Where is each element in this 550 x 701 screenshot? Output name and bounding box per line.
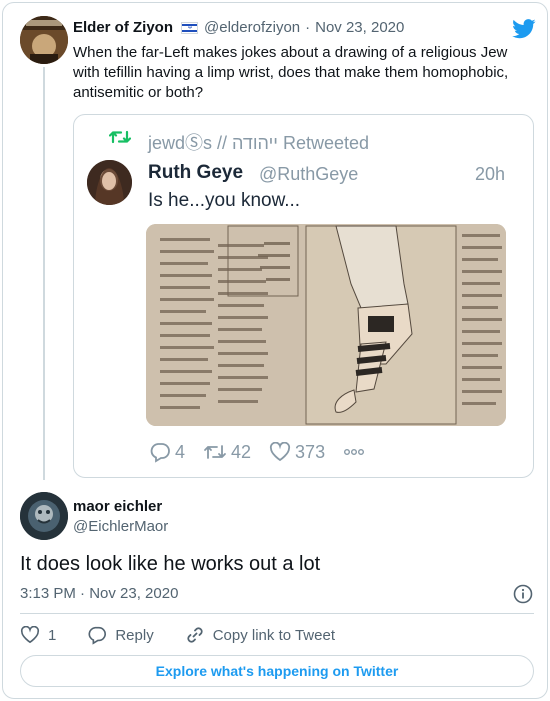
screenshot-author-avatar	[87, 160, 132, 205]
tweet-embed-card: Elder of Ziyon ✡ @elderofziyon · Nov 23,…	[2, 2, 548, 699]
heart-icon	[269, 442, 291, 462]
reply-icon	[88, 626, 107, 645]
parent-tweet-header: Elder of Ziyon ✡ @elderofziyon · Nov 23,…	[73, 19, 404, 36]
screenshot-like-stat: 373	[269, 442, 325, 463]
like-button[interactable]: 1	[20, 626, 56, 644]
copy-link-button[interactable]: Copy link to Tweet	[185, 625, 335, 645]
screenshot-retweet-stat: 42	[203, 442, 251, 463]
screenshot-reply-stat: 4	[149, 441, 185, 463]
reply-author-avatar[interactable]	[20, 492, 68, 540]
screenshot-stats: 4 42 373	[149, 441, 387, 463]
heart-icon	[20, 626, 40, 644]
reply-author-name[interactable]: maor eichler	[73, 498, 162, 515]
actions-divider	[20, 613, 534, 614]
reply-tweet-text: It does look like he works out a lot	[20, 553, 321, 575]
parent-author-avatar[interactable]	[20, 16, 68, 64]
thread-line	[43, 67, 45, 480]
reply-label: Reply	[115, 626, 154, 644]
retweeted-by-label: jewdⓈs // ייהודה Retweeted	[148, 133, 370, 153]
reply-icon	[150, 443, 170, 463]
tweet-actions: 1 Reply Copy link to Tweet	[20, 625, 366, 645]
retweet-icon	[204, 445, 226, 459]
explore-twitter-button[interactable]: Explore what's happening on Twitter	[20, 655, 534, 687]
info-icon[interactable]	[513, 584, 533, 604]
screenshot-author-name: Ruth Geye	[148, 162, 244, 183]
screenshot-retweet-count: 42	[231, 441, 252, 462]
copy-link-label: Copy link to Tweet	[212, 626, 335, 644]
parent-author-name[interactable]: Elder of Ziyon	[73, 19, 173, 36]
more-icon	[344, 449, 365, 455]
parent-tweet-date[interactable]: Nov 23, 2020	[315, 19, 404, 36]
parent-author-handle[interactable]: @elderofziyon	[204, 19, 300, 36]
screenshot-tweet-text: Is he...you know...	[148, 190, 301, 211]
screenshot-author-handle: @RuthGeye	[259, 164, 359, 184]
retweet-icon	[109, 130, 131, 144]
twitter-bird-icon[interactable]	[512, 19, 536, 39]
reply-timestamp[interactable]: 3:13 PM · Nov 23, 2020	[20, 585, 178, 602]
like-count: 1	[48, 626, 57, 644]
screenshot-like-count: 373	[295, 441, 326, 462]
screenshot-tweet-time: 20h	[475, 164, 506, 184]
attached-screenshot[interactable]: jewdⓈs // ייהודה Retweeted Ruth Geye @Ru…	[73, 114, 534, 478]
reply-button[interactable]: Reply	[87, 625, 154, 645]
reply-author-handle[interactable]: @EichlerMaor	[73, 518, 168, 535]
screenshot-more-stat	[343, 447, 369, 457]
parent-tweet-text: When the far-Left makes jokes about a dr…	[73, 44, 509, 101]
separator-dot: ·	[305, 19, 311, 36]
israel-flag-icon: ✡	[181, 21, 199, 34]
screenshot-reply-count: 4	[175, 441, 186, 462]
link-icon	[187, 627, 203, 643]
book-page-photo	[146, 224, 506, 426]
